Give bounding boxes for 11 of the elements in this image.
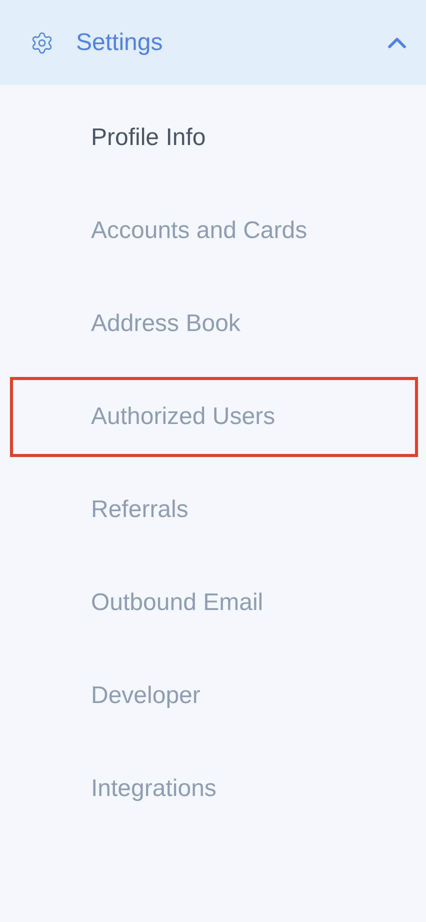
menu-item[interactable]: Authorized Users: [10, 377, 418, 457]
menu-item[interactable]: Accounts and Cards: [10, 191, 418, 271]
menu-item[interactable]: Outbound Email: [10, 563, 418, 643]
settings-title: Settings: [76, 28, 164, 56]
menu-item[interactable]: Address Book: [10, 284, 418, 364]
settings-icon: [30, 30, 54, 54]
settings-header[interactable]: Settings: [0, 0, 426, 85]
menu-item[interactable]: Referrals: [10, 470, 418, 550]
menu-item[interactable]: Integrations: [10, 749, 418, 829]
menu-item[interactable]: Profile Info: [10, 98, 418, 178]
menu-item[interactable]: Developer: [10, 656, 418, 736]
